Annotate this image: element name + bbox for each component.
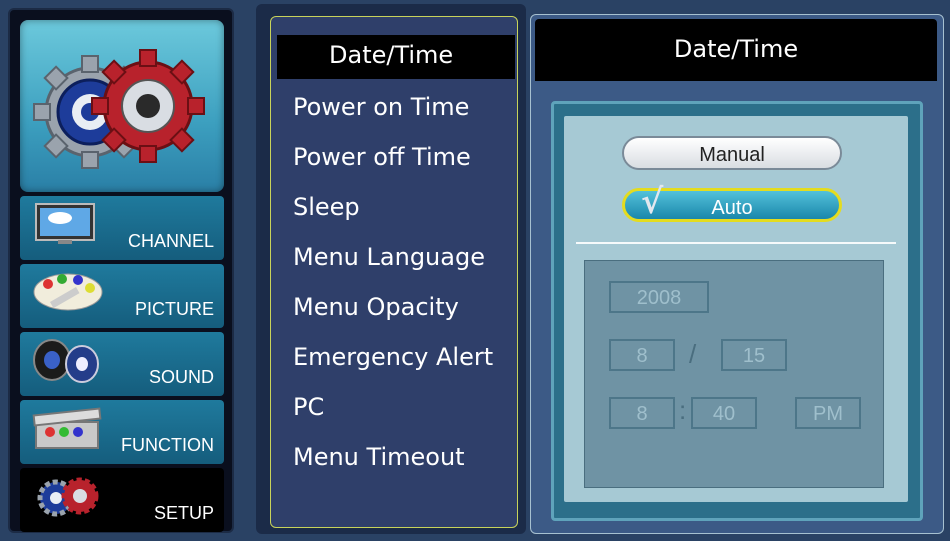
panel-body: Manual √ Auto 2008 8 / 15 8 : 40 PM — [551, 101, 923, 521]
minute-field[interactable]: 40 — [691, 397, 757, 429]
menu-item-sleep[interactable]: Sleep — [293, 193, 360, 221]
hour-field[interactable]: 8 — [609, 397, 675, 429]
panel-header: Date/Time — [535, 19, 937, 81]
gears-icon — [37, 477, 99, 517]
date-separator: / — [689, 339, 697, 369]
year-field[interactable]: 2008 — [609, 281, 709, 313]
checkmark-icon: √ — [641, 182, 664, 222]
menu-item-menu-timeout[interactable]: Menu Timeout — [293, 443, 465, 471]
manual-button[interactable]: Manual — [622, 136, 842, 170]
menu-item-emergency-alert[interactable]: Emergency Alert — [293, 343, 493, 371]
nav-label-channel: CHANNEL — [127, 231, 214, 251]
menu-item-menu-language[interactable]: Menu Language — [293, 243, 485, 271]
menu-item-date-time[interactable]: Date/Time — [277, 35, 515, 79]
menu-item-power-off-time[interactable]: Power off Time — [293, 143, 471, 171]
menu-item-label: Date/Time — [329, 41, 454, 69]
setup-menu: Date/Time Power on Time Power off Time S… — [270, 16, 518, 528]
speaker-icon — [33, 339, 99, 383]
palette-icon — [33, 273, 103, 311]
setup-menu-container: Date/Time Power on Time Power off Time S… — [256, 4, 526, 534]
auto-button[interactable]: √ Auto — [622, 182, 842, 222]
menu-item-pc[interactable]: PC — [293, 393, 324, 421]
panel-title: Date/Time — [673, 35, 799, 63]
nav-label-setup: SETUP — [153, 503, 214, 523]
datetime-fields: 2008 8 / 15 8 : 40 PM — [584, 260, 884, 488]
toolbox-icon — [32, 407, 102, 449]
nav-label-sound: SOUND — [148, 367, 214, 387]
date-time-panel: Date/Time Manual √ Auto 2008 8 / 15 8 : … — [530, 14, 944, 534]
panel-inner: Manual √ Auto 2008 8 / 15 8 : 40 PM — [564, 116, 908, 502]
nav-item-channel[interactable]: CHANNEL — [20, 196, 224, 260]
nav-item-function[interactable]: FUNCTION — [20, 400, 224, 464]
main-nav: CHANNEL PICTURE SOUND FUNCTION SETUP — [8, 8, 234, 533]
nav-label-function: FUNCTION — [121, 435, 214, 455]
month-field[interactable]: 8 — [609, 339, 675, 371]
nav-label-picture: PICTURE — [134, 299, 214, 319]
divider — [576, 242, 896, 244]
ampm-field[interactable]: PM — [795, 397, 861, 429]
day-field[interactable]: 15 — [721, 339, 787, 371]
setup-hero-image — [20, 20, 224, 192]
menu-item-power-on-time[interactable]: Power on Time — [293, 93, 469, 121]
time-separator: : — [679, 395, 687, 425]
gears-icon — [33, 49, 205, 169]
nav-item-picture[interactable]: PICTURE — [20, 264, 224, 328]
tv-icon — [35, 203, 95, 244]
nav-item-sound[interactable]: SOUND — [20, 332, 224, 396]
menu-item-menu-opacity[interactable]: Menu Opacity — [293, 293, 459, 321]
auto-label: Auto — [711, 197, 753, 219]
nav-item-setup[interactable]: SETUP — [20, 468, 224, 532]
